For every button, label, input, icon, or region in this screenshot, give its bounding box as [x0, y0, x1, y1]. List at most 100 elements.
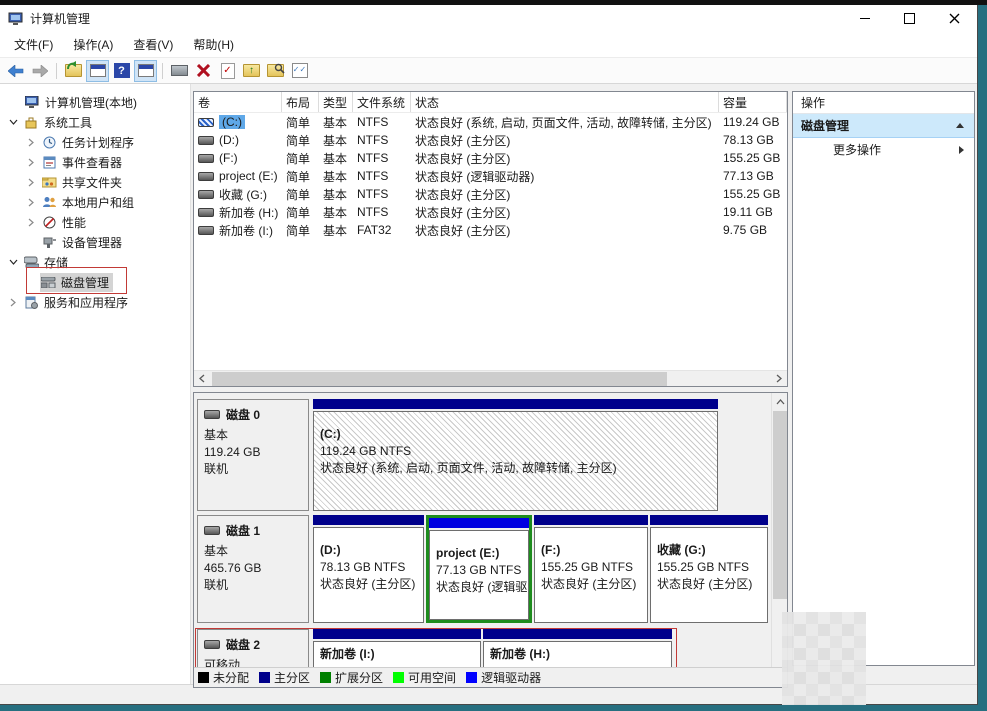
column-header-status[interactable]: 状态 — [411, 92, 719, 112]
chevron-right-icon[interactable] — [26, 198, 36, 207]
column-header-capacity[interactable]: 容量 — [719, 92, 787, 112]
sidebar-item-event-viewer[interactable]: 事件查看器 — [0, 152, 190, 172]
partition-g[interactable]: 收藏 (G:) 155.25 GB NTFS 状态良好 (主分区) — [650, 515, 768, 623]
volume-name: (C:) — [219, 115, 245, 129]
sidebar-tree: 计算机管理(本地) 系统工具 任务计划程序 事件查看器 — [0, 84, 191, 684]
partition-e-extended[interactable]: project (E:) 77.13 GB NTFS 状态良好 (逻辑驱动器) — [426, 515, 532, 623]
sidebar-item-task-scheduler[interactable]: 任务计划程序 — [0, 132, 190, 152]
maximize-button[interactable] — [887, 5, 932, 32]
sidebar-item-root[interactable]: 计算机管理(本地) — [0, 92, 190, 112]
volume-type: 基本 — [319, 186, 353, 203]
volume-name: 新加卷 (I:) — [219, 222, 273, 239]
checklist-button[interactable]: ✓✓ — [288, 60, 311, 82]
menu-help[interactable]: 帮助(H) — [183, 32, 244, 57]
chevron-down-icon[interactable] — [8, 259, 18, 265]
primary-partition-strip — [650, 515, 768, 525]
export-button[interactable] — [62, 60, 85, 82]
partition-status: 状态良好 (主分区) — [657, 576, 761, 593]
scrollbar-thumb[interactable] — [212, 372, 667, 386]
partition-label: (C:) — [320, 426, 711, 443]
partition-c[interactable]: (C:) 119.24 GB NTFS 状态良好 (系统, 启动, 页面文件, … — [313, 399, 718, 511]
chevron-right-icon[interactable] — [26, 138, 36, 147]
disk-0-label[interactable]: 磁盘 0 基本 119.24 GB 联机 — [197, 399, 309, 511]
volume-row-h[interactable]: 新加卷 (H:) 简单 基本 NTFS 状态良好 (主分区) 19.11 GB — [194, 203, 787, 221]
volume-type: 基本 — [319, 168, 353, 185]
volume-icon — [198, 190, 214, 199]
menu-view[interactable]: 查看(V) — [123, 32, 183, 57]
show-console-tree-toggle[interactable] — [86, 60, 109, 82]
disk-management-selected[interactable]: 磁盘管理 — [40, 273, 113, 292]
column-header-layout[interactable]: 布局 — [282, 92, 319, 112]
scrollbar-thumb[interactable] — [773, 411, 787, 599]
legend-logical: 逻辑驱动器 — [466, 669, 541, 686]
column-header-fs[interactable]: 文件系统 — [353, 92, 411, 112]
chevron-down-icon[interactable] — [8, 119, 18, 125]
actions-disk-management-header[interactable]: 磁盘管理 — [793, 114, 974, 138]
sidebar-item-device-manager[interactable]: 设备管理器 — [0, 232, 190, 252]
folder-up-button[interactable]: ↑ — [240, 60, 263, 82]
scroll-left-arrow[interactable] — [194, 371, 210, 386]
scroll-right-arrow[interactable] — [771, 371, 787, 386]
legend-label: 逻辑驱动器 — [481, 669, 541, 686]
menu-file[interactable]: 文件(F) — [4, 32, 63, 57]
window-controls — [842, 5, 977, 32]
computer-management-window: 计算机管理 文件(F) 操作(A) 查看(V) 帮助(H) — [0, 5, 978, 705]
volume-row-f[interactable]: (F:) 简单 基本 NTFS 状态良好 (主分区) 155.25 GB — [194, 149, 787, 167]
column-header-type[interactable]: 类型 — [319, 92, 353, 112]
help-button[interactable]: ? — [110, 60, 133, 82]
volume-list-pane: 卷 布局 类型 文件系统 状态 容量 (C:) 简单 基本 NTFS 状态良好 … — [193, 91, 788, 387]
chevron-right-icon[interactable] — [8, 298, 18, 307]
volume-row-d[interactable]: (D:) 简单 基本 NTFS 状态良好 (主分区) 78.13 GB — [194, 131, 787, 149]
folder-up-icon: ↑ — [243, 64, 260, 77]
find-button[interactable] — [264, 60, 287, 82]
show-action-pane-toggle[interactable] — [134, 60, 157, 82]
properties-button[interactable]: ✓ — [216, 60, 239, 82]
sidebar-item-system-tools[interactable]: 系统工具 — [0, 112, 190, 132]
shared-folder-icon — [41, 175, 57, 189]
chevron-right-icon[interactable] — [26, 178, 36, 187]
chevron-right-icon[interactable] — [26, 218, 36, 227]
sidebar-item-shared-folders[interactable]: 共享文件夹 — [0, 172, 190, 192]
back-button[interactable] — [4, 60, 27, 82]
volume-row-c[interactable]: (C:) 简单 基本 NTFS 状态良好 (系统, 启动, 页面文件, 活动, … — [194, 113, 787, 131]
volume-fs: NTFS — [353, 169, 411, 183]
volume-fs: FAT32 — [353, 223, 411, 237]
chevron-right-icon[interactable] — [26, 158, 36, 167]
scroll-up-arrow[interactable] — [772, 394, 788, 409]
partition-f[interactable]: (F:) 155.25 GB NTFS 状态良好 (主分区) — [534, 515, 648, 623]
horizontal-scrollbar[interactable] — [194, 370, 787, 386]
volume-layout: 简单 — [282, 222, 319, 239]
sidebar-item-disk-management[interactable]: 磁盘管理 — [0, 272, 190, 292]
partition-d[interactable]: (D:) 78.13 GB NTFS 状态良好 (主分区) — [313, 515, 424, 623]
volume-row-i[interactable]: 新加卷 (I:) 简单 基本 FAT32 状态良好 (主分区) 9.75 GB — [194, 221, 787, 239]
sidebar-item-services-apps[interactable]: 服务和应用程序 — [0, 292, 190, 312]
checklist-icon: ✓✓ — [292, 63, 308, 78]
volume-status: 状态良好 (主分区) — [411, 222, 719, 239]
volume-row-e[interactable]: project (E:) 简单 基本 NTFS 状态良好 (逻辑驱动器) 77.… — [194, 167, 787, 185]
volume-row-g[interactable]: 收藏 (G:) 简单 基本 NTFS 状态良好 (主分区) 155.25 GB — [194, 185, 787, 203]
close-button[interactable] — [932, 5, 977, 32]
sidebar-item-storage[interactable]: 存储 — [0, 252, 190, 272]
primary-partition-strip — [313, 515, 424, 525]
minimize-button[interactable] — [842, 5, 887, 32]
menu-action[interactable]: 操作(A) — [63, 32, 123, 57]
disk-1-label[interactable]: 磁盘 1 基本 465.76 GB 联机 — [197, 515, 309, 623]
center-pane: 卷 布局 类型 文件系统 状态 容量 (C:) 简单 基本 NTFS 状态良好 … — [191, 84, 789, 684]
collapse-arrow-icon[interactable] — [956, 123, 964, 128]
disk-0-row: 磁盘 0 基本 119.24 GB 联机 (C:) 119.24 GB NTFS — [197, 399, 718, 511]
column-header-volume[interactable]: 卷 — [194, 92, 282, 112]
properties-doc-icon: ✓ — [221, 63, 235, 79]
more-actions-item[interactable]: 更多操作 — [793, 138, 974, 161]
partition-label: (D:) — [320, 542, 417, 559]
volume-type: 基本 — [319, 222, 353, 239]
volume-list-header: 卷 布局 类型 文件系统 状态 容量 — [194, 92, 787, 113]
device-button[interactable] — [168, 60, 191, 82]
volume-name: project (E:) — [219, 169, 278, 183]
disk-status: 联机 — [204, 577, 302, 594]
console-tree-icon — [90, 64, 106, 77]
delete-button[interactable] — [192, 60, 215, 82]
sidebar-item-performance[interactable]: 性能 — [0, 212, 190, 232]
sidebar-item-local-users-groups[interactable]: 本地用户和组 — [0, 192, 190, 212]
back-arrow-icon — [8, 65, 24, 77]
forward-button[interactable] — [28, 60, 51, 82]
